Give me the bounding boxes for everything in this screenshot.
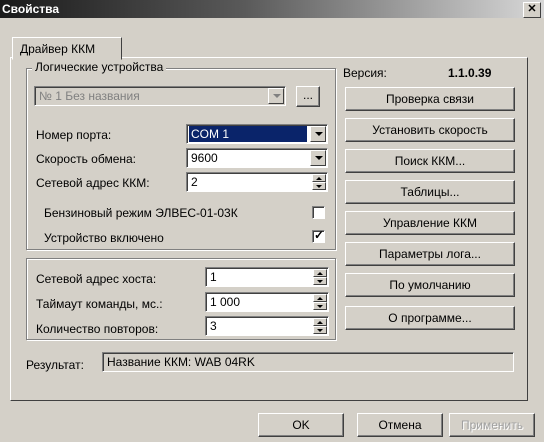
chevron-down-icon[interactable] <box>310 126 326 142</box>
about-button[interactable]: О программе... <box>345 306 515 330</box>
control-kkm-button[interactable]: Управление ККМ <box>345 211 515 235</box>
gasoline-mode-label: Бензиновый режим ЭЛВЕС-01-03К <box>44 206 238 220</box>
net-address-value: 2 <box>191 175 198 189</box>
check-connection-button[interactable]: Проверка связи <box>345 87 515 111</box>
spin-up-icon[interactable] <box>313 318 327 326</box>
chevron-down-icon[interactable] <box>310 150 326 166</box>
spin-up-icon[interactable] <box>313 269 327 277</box>
close-button[interactable]: ✕ <box>523 2 541 18</box>
net-address-spinner[interactable] <box>312 174 326 190</box>
port-select-value: COM 1 <box>189 126 307 142</box>
cancel-button[interactable]: Отмена <box>357 413 443 437</box>
tables-button[interactable]: Таблицы... <box>345 180 515 204</box>
device-select[interactable]: № 1 Без названия <box>34 86 286 106</box>
spin-up-icon[interactable] <box>313 294 327 302</box>
title-bar: Свойства ✕ <box>0 0 544 18</box>
net-address-field[interactable]: 2 <box>186 172 328 192</box>
spin-down-icon[interactable] <box>313 326 327 334</box>
spin-down-icon[interactable] <box>313 302 327 310</box>
version-label: Версия: <box>343 66 387 80</box>
retries-field[interactable]: 3 <box>205 316 329 336</box>
defaults-button[interactable]: По умолчанию <box>345 273 515 297</box>
host-address-field[interactable]: 1 <box>205 267 329 287</box>
set-speed-button[interactable]: Установить скорость <box>345 118 515 142</box>
retries-value: 3 <box>210 319 217 333</box>
gasoline-mode-checkbox[interactable] <box>312 206 325 219</box>
port-label: Номер порта: <box>36 128 112 142</box>
retries-label: Количество повторов: <box>36 322 159 336</box>
close-icon: ✕ <box>527 3 537 15</box>
browse-devices-button[interactable]: ... <box>296 86 320 107</box>
speed-label: Скорость обмена: <box>36 152 136 166</box>
timeout-label: Таймаут команды, мс.: <box>36 297 163 311</box>
device-enabled-label: Устройство включено <box>44 231 164 245</box>
version-value: 1.1.0.39 <box>448 66 492 80</box>
host-address-spinner[interactable] <box>313 269 327 285</box>
window-title: Свойства <box>2 2 60 16</box>
result-field: Название ККМ: WAB 04RK <box>102 352 514 372</box>
apply-button[interactable]: Применить <box>449 413 535 437</box>
retries-spinner[interactable] <box>313 318 327 334</box>
properties-dialog: Свойства ✕ Драйвер ККМ Логические устрой… <box>0 0 544 442</box>
host-address-value: 1 <box>210 270 217 284</box>
check-icon: ✓ <box>314 228 325 242</box>
timeout-field[interactable]: 1 000 <box>205 292 329 312</box>
device-select-value: № 1 Без названия <box>39 89 140 103</box>
host-address-label: Сетевой адрес хоста: <box>36 272 157 286</box>
logical-devices-legend: Логические устройства <box>32 60 167 74</box>
result-label: Результат: <box>26 358 84 372</box>
spin-down-icon[interactable] <box>313 277 327 285</box>
chevron-down-icon[interactable] <box>268 88 284 104</box>
spin-up-icon[interactable] <box>312 174 326 182</box>
speed-select-value: 9600 <box>191 151 218 165</box>
spin-down-icon[interactable] <box>312 182 326 190</box>
net-address-label: Сетевой адрес ККМ: <box>36 176 150 190</box>
timeout-value: 1 000 <box>210 295 241 309</box>
search-kkm-button[interactable]: Поиск ККМ... <box>345 149 515 173</box>
log-params-button[interactable]: Параметры лога... <box>345 242 515 266</box>
timeout-spinner[interactable] <box>313 294 327 310</box>
tab-kkm-driver[interactable]: Драйвер ККМ <box>12 37 122 60</box>
device-enabled-checkbox[interactable]: ✓ <box>312 228 325 243</box>
port-select[interactable]: COM 1 <box>186 124 328 144</box>
ok-button[interactable]: OK <box>258 413 344 437</box>
result-value: Название ККМ: WAB 04RK <box>107 355 255 369</box>
speed-select[interactable]: 9600 <box>186 148 328 168</box>
tab-label: Драйвер ККМ <box>20 42 96 56</box>
